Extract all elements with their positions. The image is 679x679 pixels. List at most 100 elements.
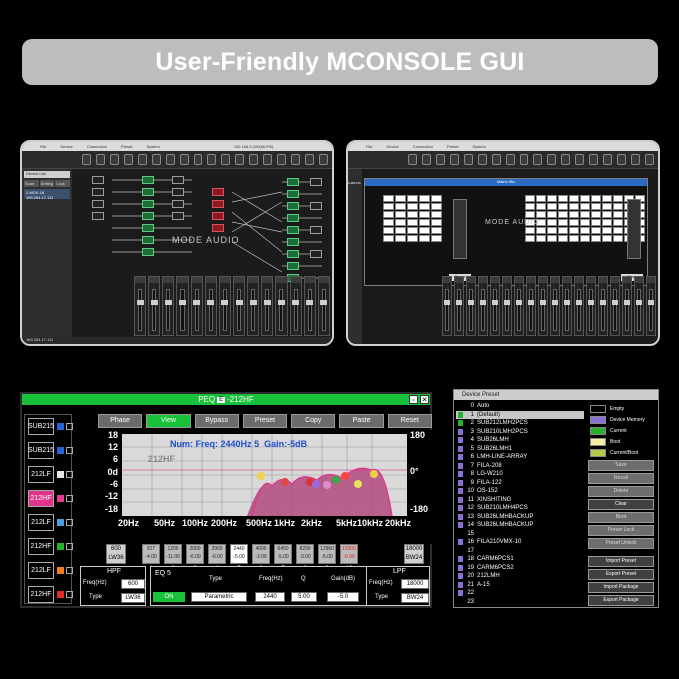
route-block[interactable] bbox=[92, 176, 104, 184]
toolbar-icon[interactable] bbox=[207, 154, 217, 165]
channel-fader[interactable] bbox=[218, 276, 231, 336]
matrix-cell[interactable] bbox=[547, 227, 557, 234]
lpf-type-select[interactable]: BW24 bbox=[401, 593, 429, 603]
toolbar-icon[interactable] bbox=[575, 154, 585, 165]
preset-item[interactable]: 3 SUB210LMH2PCS bbox=[456, 428, 584, 436]
view-button[interactable]: View bbox=[146, 414, 191, 428]
channel-fader[interactable] bbox=[289, 276, 302, 336]
route-block[interactable] bbox=[142, 236, 154, 244]
matrix-cell[interactable] bbox=[613, 227, 623, 234]
preset-item[interactable]: 0 Auto bbox=[456, 402, 584, 410]
preset-item[interactable]: 5 SUB26LMH1 bbox=[456, 445, 584, 453]
channel-fader[interactable] bbox=[586, 276, 596, 336]
matrix-cell[interactable] bbox=[419, 203, 430, 210]
sidebar-tab-lock[interactable]: Lock bbox=[55, 180, 71, 187]
preset-item[interactable]: 12 SUB210LMH4PCS bbox=[456, 504, 584, 512]
channel-link-checkbox[interactable] bbox=[66, 423, 73, 430]
matrix-cell[interactable] bbox=[395, 203, 406, 210]
save-button[interactable]: Save bbox=[588, 460, 654, 471]
preset-item[interactable]: 15 bbox=[456, 530, 584, 538]
matrix-cell[interactable] bbox=[591, 227, 601, 234]
route-block[interactable] bbox=[172, 212, 184, 220]
preset-item[interactable]: 2 SUB212LMH2PCS bbox=[456, 419, 584, 427]
toolbar-icon[interactable] bbox=[505, 154, 515, 165]
preset-button[interactable]: Preset bbox=[242, 414, 288, 428]
hpf-quick[interactable]: 600 LW36 bbox=[106, 544, 126, 564]
matrix-cell[interactable] bbox=[536, 195, 546, 202]
channel-fader[interactable] bbox=[303, 276, 316, 336]
route-block[interactable] bbox=[142, 200, 154, 208]
channel-fader[interactable] bbox=[490, 276, 500, 336]
preset-item[interactable]: 7 FILA-208 bbox=[456, 462, 584, 470]
toolbar-icon[interactable] bbox=[533, 154, 543, 165]
matrix-cell[interactable] bbox=[395, 227, 406, 234]
eq-type-select[interactable]: Parametric bbox=[191, 592, 247, 602]
matrix-cell[interactable] bbox=[558, 203, 568, 210]
matrix-cell[interactable] bbox=[383, 227, 394, 234]
channel-fader[interactable] bbox=[176, 276, 189, 336]
import-package-button[interactable]: Import Package bbox=[588, 582, 654, 593]
preset-item[interactable]: 4 SUB26LMH bbox=[456, 436, 584, 444]
matrix-cell[interactable] bbox=[569, 211, 579, 218]
route-block[interactable] bbox=[172, 200, 184, 208]
matrix-cell[interactable] bbox=[602, 211, 612, 218]
matrix-cell[interactable] bbox=[419, 235, 430, 242]
matrix-cell[interactable] bbox=[547, 235, 557, 242]
matrix-cell[interactable] bbox=[547, 203, 557, 210]
master-fader[interactable] bbox=[453, 199, 467, 259]
toolbar-icon[interactable] bbox=[449, 154, 459, 165]
toolbar-icon[interactable] bbox=[193, 154, 203, 165]
toolbar-icon[interactable] bbox=[95, 154, 105, 165]
toolbar-icon[interactable] bbox=[477, 154, 487, 165]
device-row[interactable]: 2-MDX-16 169.254.17.111 bbox=[24, 189, 70, 200]
channel-link-checkbox[interactable] bbox=[66, 471, 73, 478]
recall-button[interactable]: Recall bbox=[588, 473, 654, 484]
toolbar-icon[interactable] bbox=[519, 154, 529, 165]
band-8[interactable]: 8290 -3.00 bbox=[296, 544, 314, 564]
matrix-cell[interactable] bbox=[407, 195, 418, 202]
matrix-cell[interactable] bbox=[580, 211, 590, 218]
toolbar-icon[interactable] bbox=[318, 154, 328, 165]
delete-button[interactable]: Delete bbox=[588, 486, 654, 497]
toolbar-icon[interactable] bbox=[109, 154, 119, 165]
matrix-cell[interactable] bbox=[383, 235, 394, 242]
matrix-cell[interactable] bbox=[602, 235, 612, 242]
menu-file[interactable]: File bbox=[40, 144, 46, 149]
route-block[interactable] bbox=[142, 212, 154, 220]
matrix-cell[interactable] bbox=[383, 219, 394, 226]
band-5-selected[interactable]: 2440 -5.00 bbox=[230, 544, 248, 564]
channel-fader[interactable] bbox=[247, 276, 260, 336]
lpf-freq-input[interactable]: 18000 bbox=[401, 579, 429, 589]
boot-button[interactable]: Boot bbox=[588, 512, 654, 523]
paste-button[interactable]: Paste bbox=[339, 414, 384, 428]
matrix-cell[interactable] bbox=[383, 203, 394, 210]
route-block[interactable] bbox=[287, 178, 299, 186]
band-1[interactable]: 917 -4.00 bbox=[142, 544, 160, 564]
channel-link-checkbox[interactable] bbox=[66, 591, 73, 598]
preset-item[interactable]: 18 CARM6PCS1 bbox=[456, 555, 584, 563]
band-3[interactable]: 2050 -6.00 bbox=[186, 544, 204, 564]
channel-button[interactable]: 212LF bbox=[28, 562, 54, 579]
route-block[interactable] bbox=[172, 176, 184, 184]
channel-button[interactable]: 212LF bbox=[28, 514, 54, 531]
matrix-cell[interactable] bbox=[525, 203, 535, 210]
channel-fader[interactable] bbox=[148, 276, 161, 336]
bypass-button[interactable]: Bypass bbox=[194, 414, 239, 428]
channel-fader[interactable] bbox=[275, 276, 288, 336]
route-block[interactable] bbox=[92, 200, 104, 208]
toolbar-icon[interactable] bbox=[408, 154, 417, 165]
preset-item[interactable]: 23 bbox=[456, 598, 584, 606]
toolbar-icon[interactable] bbox=[221, 154, 231, 165]
route-block[interactable] bbox=[287, 238, 299, 246]
matrix-cell[interactable] bbox=[569, 219, 579, 226]
eq-graph[interactable]: 18 12 6 0d -6 -12 -18 Num: Freq: 2440Hz … bbox=[98, 430, 432, 544]
band-2[interactable]: 1200 -11.00 bbox=[164, 544, 182, 564]
channel-fader[interactable] bbox=[162, 276, 175, 336]
toolbar-icon[interactable] bbox=[589, 154, 599, 165]
toolbar-icon[interactable] bbox=[179, 154, 189, 165]
channel-fader[interactable] bbox=[562, 276, 572, 336]
route-block[interactable] bbox=[212, 212, 224, 220]
route-block[interactable] bbox=[287, 226, 299, 234]
preset-item[interactable]: 21 A-15 bbox=[456, 581, 584, 589]
channel-fader[interactable] bbox=[454, 276, 464, 336]
